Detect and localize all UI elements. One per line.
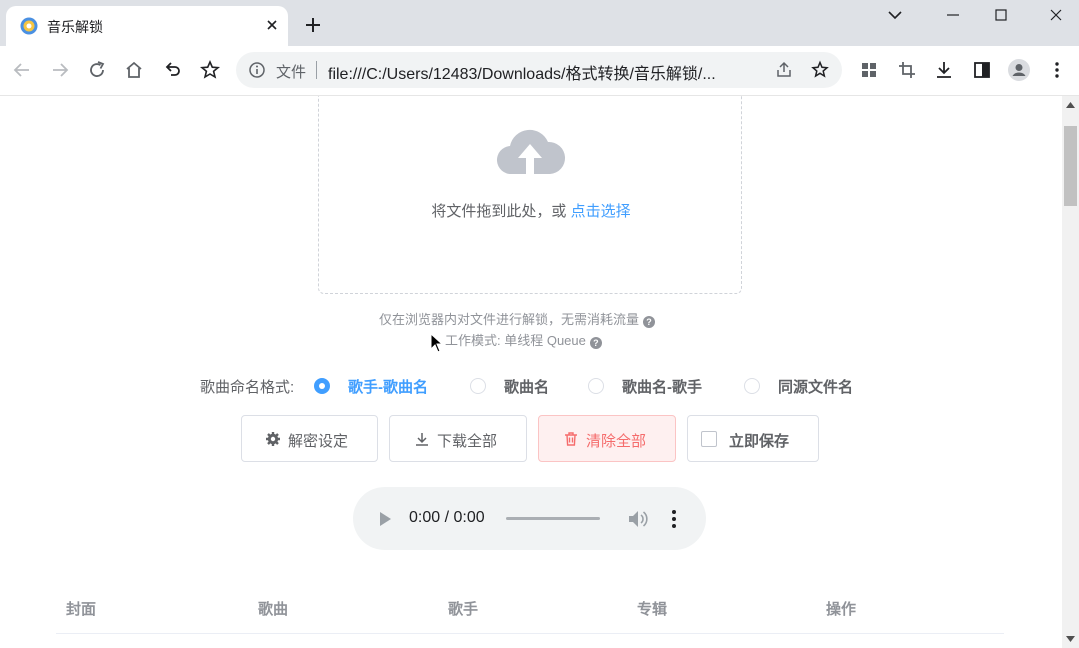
upload-prompt-text: 将文件拖到此处，或 bbox=[431, 203, 571, 220]
audio-player: 0:00 / 0:00 bbox=[353, 487, 706, 550]
download-all-button[interactable]: 下载全部 bbox=[389, 415, 527, 462]
naming-option-label: 同源文件名 bbox=[778, 379, 854, 396]
forward-icon[interactable] bbox=[48, 58, 72, 82]
decrypt-settings-button[interactable]: 解密设定 bbox=[241, 415, 378, 462]
work-mode-text: 工作模式: 单线程 Queue bbox=[445, 333, 586, 348]
local-processing-hint: 仅在浏览器内对文件进行解锁，无需消耗流量? bbox=[379, 309, 656, 328]
scrollbar-thumb[interactable] bbox=[1064, 126, 1077, 206]
column-actions: 操作 bbox=[826, 601, 857, 618]
security-label: 文件 bbox=[276, 64, 307, 81]
naming-option-label: 歌手-歌曲名 bbox=[348, 379, 428, 396]
clear-all-label: 清除全部 bbox=[586, 433, 647, 450]
save-now-label: 立即保存 bbox=[729, 433, 790, 450]
download-all-label: 下载全部 bbox=[437, 433, 498, 450]
share-icon[interactable] bbox=[774, 60, 794, 80]
radio-icon[interactable] bbox=[470, 378, 486, 394]
tab-strip: 音乐解锁 bbox=[0, 0, 1079, 46]
naming-option-label: 歌曲名 bbox=[504, 379, 550, 396]
local-processing-hint-text: 仅在浏览器内对文件进行解锁，无需消耗流量 bbox=[379, 312, 640, 327]
gear-icon bbox=[266, 432, 280, 446]
new-tab-icon[interactable] bbox=[302, 14, 324, 36]
cloud-upload-icon bbox=[496, 129, 566, 175]
select-file-link[interactable]: 点击选择 bbox=[571, 203, 631, 220]
work-mode-hint: 工作模式: 单线程 Queue? bbox=[445, 330, 602, 349]
minimize-icon[interactable] bbox=[942, 4, 964, 26]
omnibox-divider bbox=[316, 61, 317, 79]
help-icon[interactable]: ? bbox=[643, 316, 656, 328]
bookmark-star-icon[interactable] bbox=[198, 58, 222, 82]
url-text[interactable]: file:///C:/Users/12483/Downloads/格式转换/音乐… bbox=[328, 60, 766, 84]
tab-search-chevron-icon[interactable] bbox=[884, 4, 906, 26]
column-cover: 封面 bbox=[66, 601, 97, 618]
bookmark-page-icon[interactable] bbox=[810, 60, 830, 80]
home-icon[interactable] bbox=[122, 58, 146, 82]
naming-format-label: 歌曲命名格式: bbox=[200, 379, 295, 396]
page-scrollbar[interactable] bbox=[1062, 96, 1079, 648]
column-artist: 歌手 bbox=[448, 601, 479, 618]
close-tab-icon[interactable] bbox=[262, 15, 282, 35]
crop-icon[interactable] bbox=[895, 58, 919, 82]
browser-toolbar: 文件 file:///C:/Users/12483/Downloads/格式转换… bbox=[0, 46, 1079, 96]
maximize-icon[interactable] bbox=[990, 4, 1012, 26]
profile-avatar-icon[interactable] bbox=[1007, 58, 1031, 82]
reload-icon[interactable] bbox=[85, 58, 109, 82]
back-icon[interactable] bbox=[10, 58, 34, 82]
radio-checked-icon[interactable] bbox=[314, 378, 330, 394]
close-window-icon[interactable] bbox=[1045, 4, 1067, 26]
upload-prompt: 将文件拖到此处，或 点击选择 bbox=[319, 200, 743, 221]
play-icon[interactable] bbox=[377, 510, 393, 528]
scroll-down-arrow-icon[interactable] bbox=[1066, 636, 1075, 642]
mouse-cursor-icon bbox=[430, 333, 444, 353]
browser-menu-icon[interactable] bbox=[1045, 58, 1069, 82]
trash-icon bbox=[565, 432, 577, 446]
file-table-header: 封面 歌曲 歌手 专辑 操作 bbox=[56, 594, 1004, 634]
browser-tab[interactable]: 音乐解锁 bbox=[6, 6, 288, 46]
more-options-icon[interactable] bbox=[667, 508, 681, 530]
side-panel-icon[interactable] bbox=[970, 58, 994, 82]
page-content: 将文件拖到此处，或 点击选择 仅在浏览器内对文件进行解锁，无需消耗流量? 工作模… bbox=[0, 96, 1062, 648]
radio-icon[interactable] bbox=[744, 378, 760, 394]
music-unlock-favicon-icon bbox=[20, 17, 38, 35]
download-icon bbox=[416, 433, 428, 446]
scroll-up-arrow-icon[interactable] bbox=[1066, 102, 1075, 108]
address-bar[interactable]: 文件 file:///C:/Users/12483/Downloads/格式转换… bbox=[236, 52, 842, 88]
upload-dropzone[interactable]: 将文件拖到此处，或 点击选择 bbox=[318, 96, 742, 294]
audio-time: 0:00 / 0:00 bbox=[409, 509, 485, 526]
checkbox-unchecked-icon[interactable] bbox=[701, 431, 717, 447]
tab-title: 音乐解锁 bbox=[47, 19, 103, 35]
download-icon[interactable] bbox=[932, 58, 956, 82]
save-now-checkbox[interactable]: 立即保存 bbox=[687, 415, 819, 462]
extensions-grid-icon[interactable] bbox=[857, 58, 881, 82]
audio-progress-slider[interactable] bbox=[506, 517, 600, 520]
radio-icon[interactable] bbox=[588, 378, 604, 394]
info-icon[interactable] bbox=[248, 61, 266, 79]
naming-option-label: 歌曲名-歌手 bbox=[622, 379, 702, 396]
undo-icon[interactable] bbox=[160, 58, 184, 82]
help-icon[interactable]: ? bbox=[589, 337, 602, 349]
decrypt-settings-label: 解密设定 bbox=[288, 433, 349, 450]
column-song: 歌曲 bbox=[258, 601, 289, 618]
column-album: 专辑 bbox=[637, 601, 668, 618]
volume-icon[interactable] bbox=[627, 509, 649, 529]
clear-all-button[interactable]: 清除全部 bbox=[538, 415, 676, 462]
